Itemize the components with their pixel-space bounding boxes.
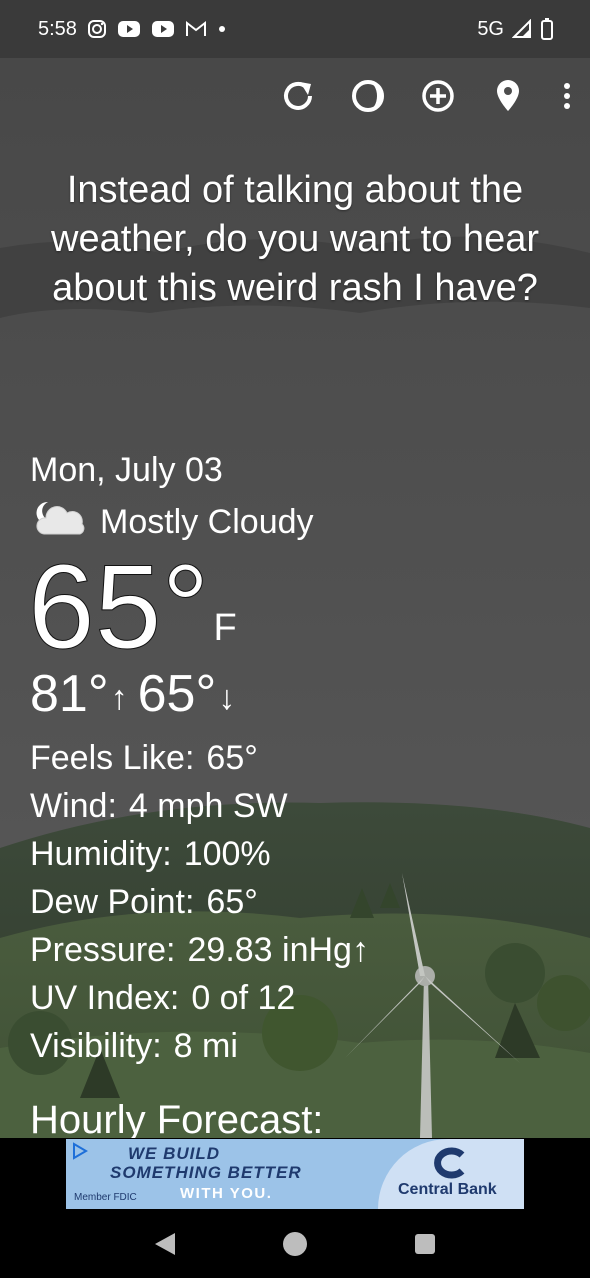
ad-tagline: WITH YOU. [180, 1185, 273, 1202]
toolbar [280, 76, 574, 116]
detail-value: 0 of 12 [191, 979, 296, 1017]
add-location-icon[interactable] [420, 76, 456, 116]
current-date: Mon, July 03 [30, 451, 223, 489]
ad-choices-icon[interactable] [70, 1142, 92, 1165]
detail-humidity: Humidity: 100% [30, 830, 369, 878]
detail-visibility: Visibility: 8 mi [30, 1022, 369, 1070]
ad-fdic: Member FDIC [74, 1192, 137, 1203]
network-type: 5G [477, 17, 504, 40]
detail-label: UV Index: [30, 979, 180, 1017]
recents-icon[interactable] [405, 1224, 445, 1264]
arrow-down-icon: ↓ [218, 679, 236, 717]
instagram-icon [87, 19, 107, 39]
status-time: 5:58 [38, 17, 77, 40]
status-right: 5G [477, 18, 554, 41]
hourly-forecast-heading: Hourly Forecast: [30, 1098, 324, 1138]
signal-icon [512, 19, 532, 39]
detail-value: 65° [206, 883, 258, 921]
detail-label: Visibility: [30, 1027, 162, 1065]
weather-app: Instead of talking about the weather, do… [0, 58, 590, 1138]
battery-icon [540, 18, 554, 40]
detail-label: Dew Point: [30, 883, 195, 921]
temperature-value: 65° [27, 540, 210, 674]
high-temp: 81° [30, 665, 109, 723]
status-left: 5:58 [38, 18, 227, 41]
current-temperature: 65° F [27, 540, 237, 674]
detail-value: 4 mph SW [128, 787, 288, 825]
low-temp: 65° [137, 665, 217, 723]
detail-uv-index: UV Index: 0 of 12 [30, 974, 369, 1022]
detail-value: 29.83 inHg↑ [187, 931, 369, 969]
location-pin-icon[interactable] [490, 76, 526, 116]
detail-label: Wind: [30, 787, 117, 825]
condition-text: Mostly Cloudy [100, 503, 314, 541]
status-bar: 5:58 5G [0, 0, 590, 58]
theme-icon[interactable] [350, 76, 386, 116]
high-low: 81° ↑ 65° ↓ [30, 660, 239, 728]
system-nav-bar [0, 1210, 590, 1278]
home-icon[interactable] [275, 1224, 315, 1264]
ad-tagline: SOMETHING BETTER [110, 1163, 302, 1182]
detail-label: Feels Like: [30, 739, 195, 777]
detail-value: 8 mi [173, 1027, 238, 1065]
detail-wind: Wind: 4 mph SW [30, 782, 369, 830]
detail-pressure: Pressure: 29.83 inHg↑ [30, 926, 369, 974]
ad-tagline: WE BUILD [128, 1144, 221, 1163]
gmail-icon [185, 20, 207, 38]
detail-feels-like: Feels Like: 65° [30, 734, 369, 782]
detail-value: 65° [206, 739, 258, 777]
detail-dew-point: Dew Point: 65° [30, 878, 369, 926]
ad-banner[interactable]: WE BUILD SOMETHING BETTER WITH YOU. Memb… [66, 1139, 524, 1209]
ad-brand-name: Central Bank [398, 1181, 497, 1198]
arrow-up-icon: ↑ [110, 679, 128, 717]
detail-value: 100% [183, 835, 271, 873]
youtube-icon [151, 20, 175, 38]
bank-logo-icon [428, 1147, 468, 1184]
more-vert-icon[interactable] [560, 76, 574, 116]
temperature-unit: F [213, 607, 237, 649]
dot-icon [217, 24, 227, 34]
refresh-icon[interactable] [280, 76, 316, 116]
detail-label: Humidity: [30, 835, 172, 873]
detail-label: Pressure: [30, 931, 176, 969]
details-list: Feels Like: 65° Wind: 4 mph SW Humidity:… [30, 734, 369, 1070]
headline-quip: Instead of talking about the weather, do… [51, 169, 539, 309]
back-icon[interactable] [145, 1224, 185, 1264]
youtube-icon [117, 20, 141, 38]
